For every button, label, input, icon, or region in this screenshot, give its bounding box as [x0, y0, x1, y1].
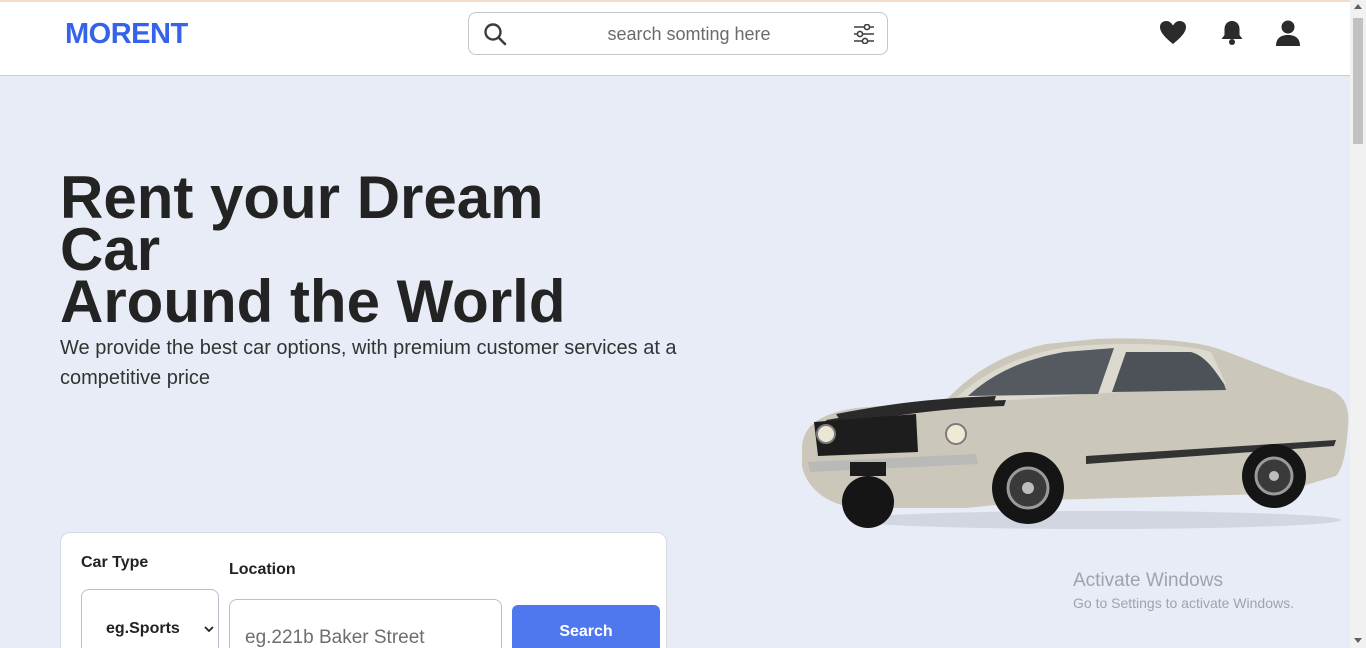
brand-logo[interactable]: MORENT — [65, 18, 188, 51]
heart-icon[interactable] — [1159, 19, 1187, 47]
hero-car-image — [802, 338, 1349, 529]
location-input[interactable] — [229, 599, 502, 648]
search-button[interactable]: Search — [512, 605, 660, 648]
scroll-down-arrow-icon[interactable] — [1354, 638, 1362, 643]
search-icon[interactable] — [483, 22, 507, 46]
windows-activation-title: Activate Windows — [1073, 570, 1223, 591]
car-type-selected-value: eg.Sports — [106, 620, 180, 637]
page-scrollbar[interactable] — [1350, 0, 1366, 648]
user-icon[interactable] — [1274, 19, 1302, 47]
windows-activation-subtitle: Go to Settings to activate Windows. — [1073, 595, 1294, 611]
scrollbar-thumb[interactable] — [1353, 18, 1363, 144]
filter-icon[interactable] — [853, 24, 875, 44]
location-label: Location — [229, 561, 296, 578]
bell-icon[interactable] — [1218, 19, 1246, 47]
hero-title: Rent your Dream Car Around the World — [60, 168, 620, 335]
search-bar[interactable] — [468, 12, 888, 55]
rental-search-form: Car Type Location eg.Sports Search — [60, 532, 667, 648]
car-type-label: Car Type — [81, 554, 149, 571]
hero-subtitle: We provide the best car options, with pr… — [60, 337, 677, 389]
top-navbar: MORENT — [0, 2, 1350, 76]
chevron-down-icon — [204, 626, 214, 633]
scroll-up-arrow-icon[interactable] — [1354, 4, 1362, 9]
car-type-select[interactable]: eg.Sports — [81, 589, 219, 648]
hero-title-line-3: Around the World — [60, 268, 566, 335]
search-input[interactable] — [529, 19, 849, 49]
